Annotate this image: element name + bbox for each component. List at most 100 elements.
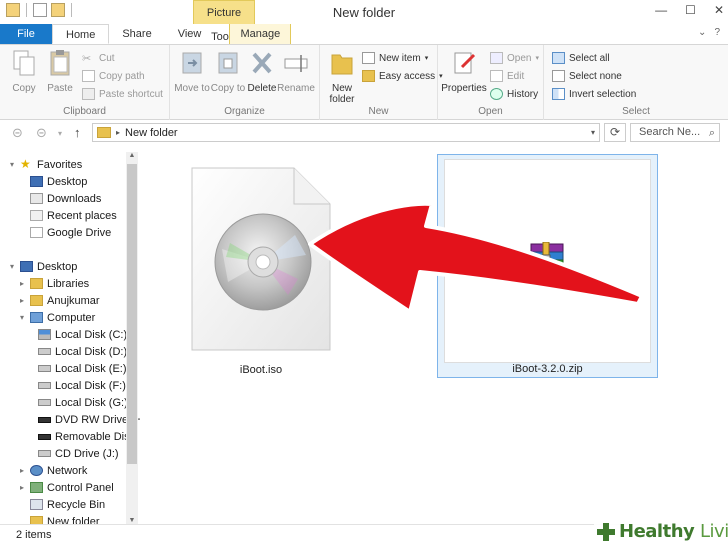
libraries-icon: [30, 278, 43, 289]
scrollbar-thumb[interactable]: [127, 164, 137, 464]
refresh-button[interactable]: ⟳: [604, 123, 626, 142]
properties-icon: [454, 52, 476, 74]
history-button[interactable]: History: [490, 86, 538, 102]
copy-to-icon: [218, 52, 238, 74]
new-folder-icon: [331, 54, 353, 75]
move-to-button[interactable]: Move to: [172, 49, 212, 94]
easy-access-icon: [362, 70, 375, 82]
properties-button[interactable]: Properties: [440, 49, 488, 94]
sidebar-item-control-panel[interactable]: ▸ Control Panel: [18, 479, 114, 496]
nav-pane-scrollbar[interactable]: ▲ ▼: [126, 152, 138, 524]
sidebar-item-local-disk-f[interactable]: Local Disk (F:): [38, 377, 126, 394]
invert-selection-icon: [552, 88, 565, 100]
recent-locations-icon[interactable]: ▾: [58, 129, 62, 138]
sidebar-item-google-drive[interactable]: Google Drive: [30, 224, 111, 241]
hard-drive-icon: [38, 348, 51, 355]
select-none-icon: [552, 70, 565, 82]
sidebar-item-label: Local Disk (G:): [55, 396, 128, 409]
collapse-icon[interactable]: ▾: [18, 313, 26, 322]
sidebar-item-recycle-bin[interactable]: Recycle Bin: [30, 496, 105, 513]
expand-icon[interactable]: ▸: [18, 296, 26, 305]
search-input[interactable]: Search Ne... ⌕: [630, 123, 720, 142]
sidebar-item-label: Recent places: [47, 209, 117, 222]
help-icon[interactable]: ?: [714, 27, 720, 38]
sidebar-item-recent-places[interactable]: Recent places: [30, 207, 117, 224]
expand-icon[interactable]: ▸: [18, 466, 26, 475]
desktop-icon: [30, 176, 43, 187]
sidebar-item-local-disk-c[interactable]: Local Disk (C:): [38, 326, 127, 343]
select-all-button[interactable]: Select all: [552, 50, 610, 66]
paste-button[interactable]: Paste: [40, 49, 80, 94]
open-button[interactable]: Open ▾: [490, 50, 539, 66]
sidebar-item-desktop[interactable]: Desktop: [30, 173, 87, 190]
tab-file[interactable]: File: [0, 24, 52, 44]
sidebar-item-label: Favorites: [37, 158, 83, 171]
tab-home[interactable]: Home: [52, 24, 110, 44]
paste-shortcut-label: Paste shortcut: [99, 88, 163, 100]
star-icon: ★: [20, 157, 31, 171]
scroll-up-icon[interactable]: ▲: [126, 152, 138, 159]
sidebar-item-desktop-root[interactable]: ▾ Desktop: [8, 258, 77, 275]
maximize-icon[interactable]: ☐: [685, 3, 696, 17]
close-icon[interactable]: ✕: [714, 3, 724, 17]
select-all-icon: [552, 52, 565, 64]
select-none-button[interactable]: Select none: [552, 68, 622, 84]
properties-label: Properties: [441, 83, 487, 94]
copy-path-button[interactable]: Copy path: [82, 68, 145, 84]
sidebar-item-label: Desktop: [47, 175, 88, 188]
sidebar-item-label: Desktop: [37, 260, 78, 273]
sidebar-item-cd-drive[interactable]: CD Drive (J:): [38, 445, 119, 462]
sidebar-item-label: Removable Disk: [55, 430, 136, 443]
scroll-down-icon[interactable]: ▼: [126, 517, 138, 524]
expand-icon[interactable]: ▸: [18, 279, 26, 288]
sidebar-item-label: Downloads: [47, 192, 102, 205]
easy-access-button[interactable]: Easy access ▾: [362, 68, 443, 84]
minimize-icon[interactable]: —: [655, 3, 667, 17]
sidebar-item-anujkumar[interactable]: ▸ Anujkumar: [18, 292, 100, 309]
chevron-down-icon[interactable]: ▾: [591, 128, 595, 137]
forward-arrow-icon[interactable]: ⊝: [36, 125, 47, 141]
rename-button[interactable]: Rename: [276, 49, 316, 94]
open-group-label: Open: [478, 106, 503, 117]
sidebar-item-label: CD Drive (J:): [55, 447, 119, 460]
tab-manage[interactable]: Manage: [229, 24, 292, 44]
sidebar-item-label: Local Disk (F:): [55, 379, 126, 392]
collapse-icon[interactable]: ▾: [8, 160, 16, 169]
sidebar-item-local-disk-d[interactable]: Local Disk (D:): [38, 343, 127, 360]
recycle-bin-icon: [30, 499, 43, 510]
chevron-down-icon[interactable]: ⌄: [698, 27, 706, 38]
cut-button[interactable]: ✂ Cut: [82, 50, 115, 66]
back-arrow-icon[interactable]: ⊝: [12, 125, 23, 141]
breadcrumb[interactable]: New folder: [125, 127, 178, 139]
sidebar-item-label: Recycle Bin: [47, 498, 106, 511]
sidebar-item-downloads[interactable]: Downloads: [30, 190, 101, 207]
sidebar-item-libraries[interactable]: ▸ Libraries: [18, 275, 89, 292]
sidebar-item-removable-disk[interactable]: Removable Disk: [38, 428, 135, 445]
select-all-label: Select all: [569, 52, 610, 64]
sidebar-item-dvd-drive[interactable]: DVD RW Drive (H: [38, 411, 140, 428]
search-icon: ⌕: [708, 127, 715, 139]
sidebar-item-local-disk-g[interactable]: Local Disk (G:): [38, 394, 128, 411]
tab-view[interactable]: View: [165, 24, 215, 44]
collapse-icon[interactable]: ▾: [8, 262, 16, 271]
address-bar[interactable]: ▸ New folder ▾: [92, 123, 600, 142]
new-folder-button[interactable]: New folder: [322, 49, 362, 105]
hard-drive-icon: [38, 382, 51, 389]
invert-selection-button[interactable]: Invert selection: [552, 86, 636, 102]
expand-icon[interactable]: ▸: [18, 483, 26, 492]
sidebar-item-new-folder[interactable]: New folder: [30, 513, 100, 524]
file-name-zip: iBoot-3.2.0.zip: [512, 363, 583, 375]
copy-button[interactable]: Copy: [4, 49, 44, 94]
sidebar-item-label: Network: [47, 464, 88, 477]
edit-button[interactable]: Edit: [490, 68, 524, 84]
new-item-button[interactable]: New item ▾: [362, 50, 428, 66]
sidebar-item-favorites[interactable]: ▾ ★ Favorites: [8, 156, 82, 173]
up-arrow-icon[interactable]: ↑: [74, 125, 81, 140]
sidebar-item-computer[interactable]: ▾ Computer: [18, 309, 95, 326]
edit-label: Edit: [507, 70, 525, 82]
paste-shortcut-button[interactable]: Paste shortcut: [82, 86, 163, 102]
sidebar-item-local-disk-e[interactable]: Local Disk (E:): [38, 360, 127, 377]
sidebar-item-network[interactable]: ▸ Network: [18, 462, 87, 479]
tab-share[interactable]: Share: [109, 24, 164, 44]
move-to-label: Move to: [174, 83, 210, 94]
